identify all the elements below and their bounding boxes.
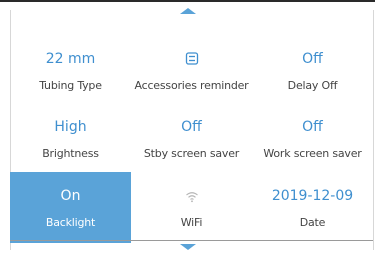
setting-value: Off [302,50,323,67]
setting-brightness[interactable]: High Brightness [10,104,131,172]
setting-label: Brightness [42,146,99,160]
setting-value: Off [181,118,202,135]
setting-date[interactable]: 2019-12-09 Date [252,172,373,243]
accessories-icon [185,52,199,65]
arrow-up-icon [179,8,196,14]
setting-value-icon-slot [185,50,199,68]
setting-value: 2019-12-09 [271,188,354,204]
wifi-icon [185,190,199,203]
settings-row: On Backlight WiFi 2019-12-09 Date [10,172,373,243]
scroll-up-button[interactable] [0,8,375,14]
setting-delay-off[interactable]: Off Delay Off [252,36,373,104]
scroll-down-button[interactable] [0,244,375,250]
setting-tubing-type[interactable]: 22 mm Tubing Type [10,36,131,104]
setting-accessories-reminder[interactable]: Accessories reminder [131,36,252,104]
top-divider [0,0,375,2]
setting-label: Backlight [45,216,96,229]
settings-grid: 22 mm Tubing Type Accessories reminder O… [10,36,373,243]
setting-work-screen-saver[interactable]: Off Work screen saver [252,104,373,172]
setting-label: Work screen saver [263,146,362,160]
setting-wifi[interactable]: WiFi [131,172,252,243]
setting-label: Delay Off [287,78,338,92]
setting-label: WiFi [180,216,203,229]
setting-backlight[interactable]: On Backlight [10,172,131,243]
setting-value-icon-slot [185,187,199,205]
settings-row: 22 mm Tubing Type Accessories reminder O… [10,36,373,104]
setting-label: Date [299,216,326,229]
arrow-down-icon [179,244,196,250]
setting-label: Stby screen saver [143,146,240,160]
bottom-divider [10,240,373,241]
settings-row: High Brightness Off Stby screen saver Of… [10,104,373,172]
setting-stby-screen-saver[interactable]: Off Stby screen saver [131,104,252,172]
setting-label: Tubing Type [39,78,102,92]
setting-label: Accessories reminder [134,78,249,92]
setting-value: On [60,188,81,204]
setting-value: Off [302,118,323,135]
setting-value: High [54,118,87,135]
setting-value: 22 mm [45,50,96,67]
